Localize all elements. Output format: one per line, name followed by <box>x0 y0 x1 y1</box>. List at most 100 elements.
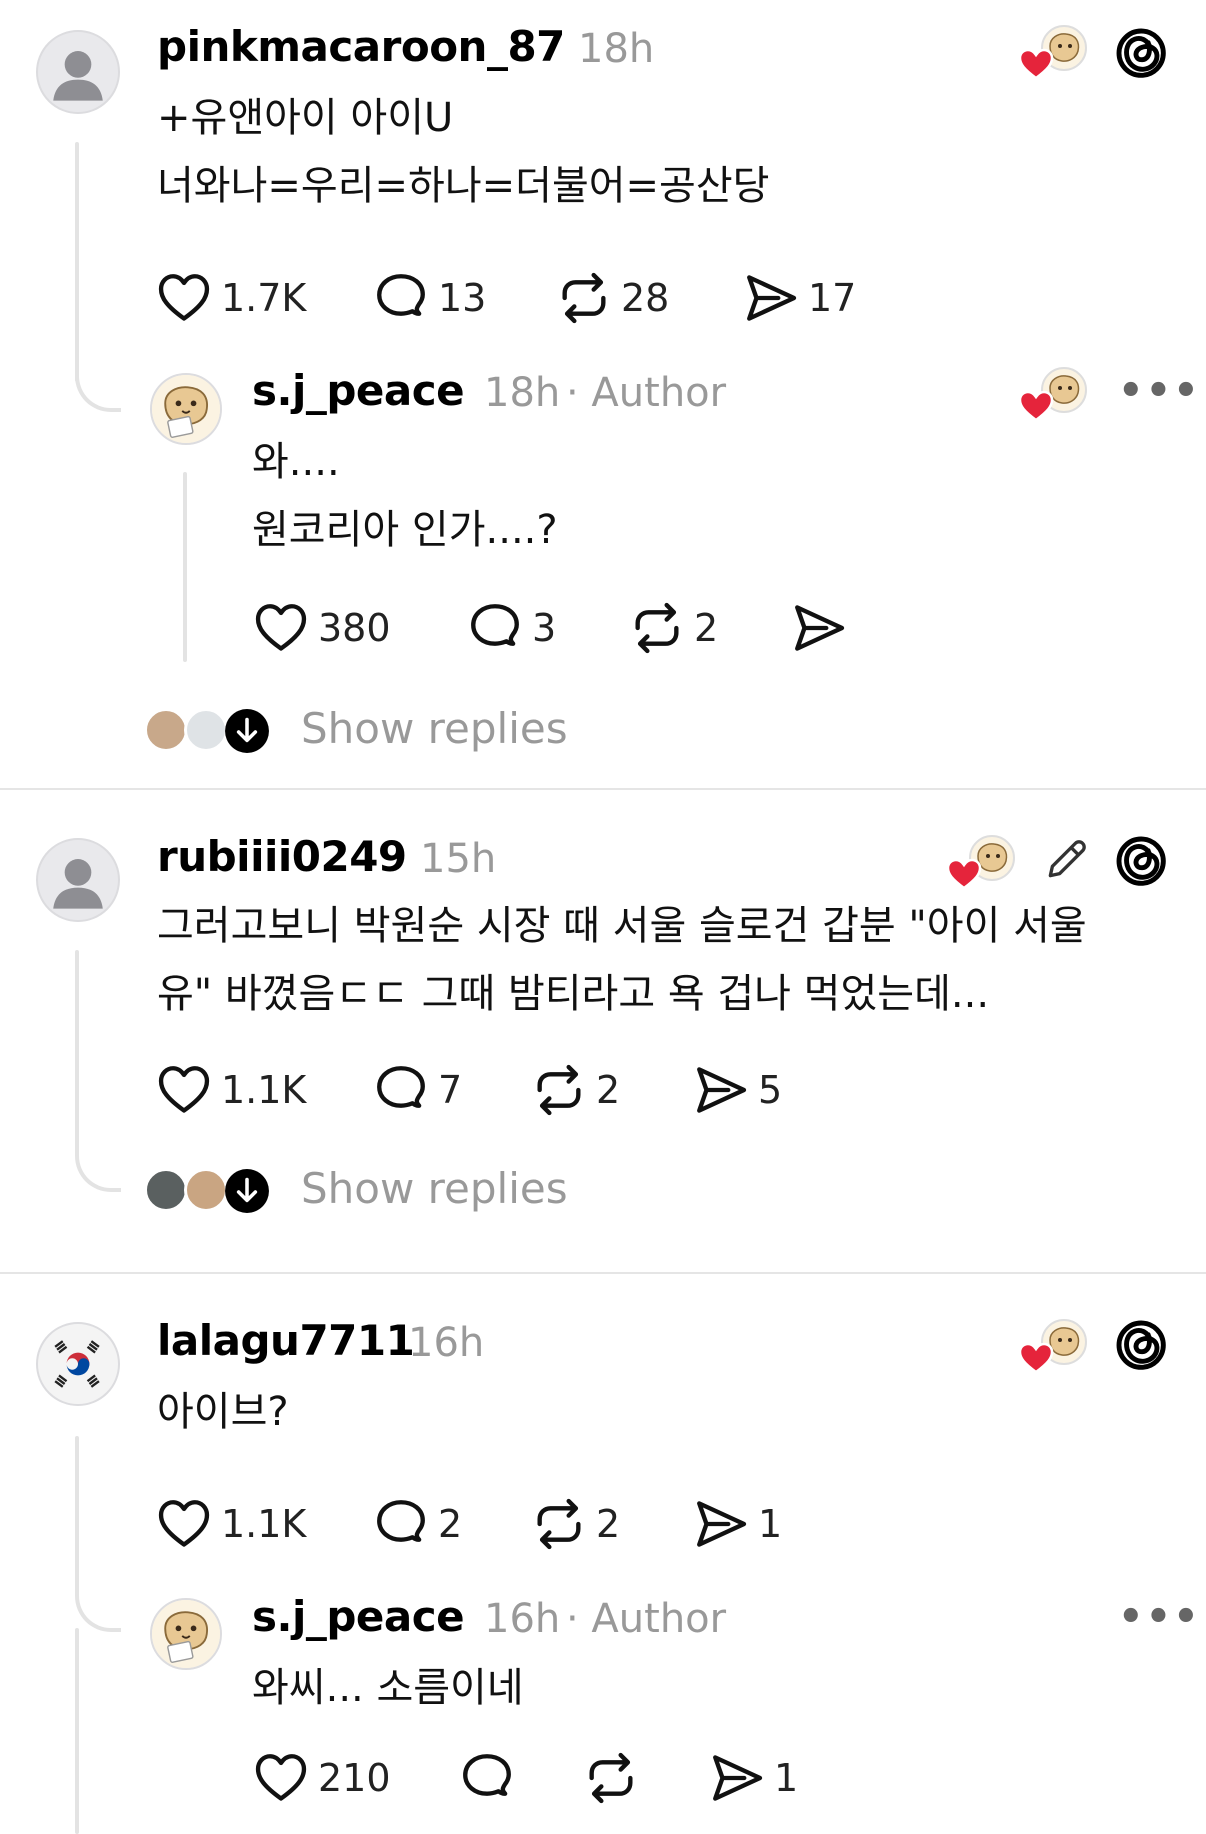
share-count: 1 <box>758 1502 783 1546</box>
username[interactable]: rubiiii0249 <box>157 832 407 881</box>
thread-line <box>75 950 79 1070</box>
reply-count: 2 <box>438 1502 463 1546</box>
thread-connector <box>75 340 121 412</box>
dog-avatar-icon <box>152 375 220 443</box>
show-replies-link[interactable]: Show replies <box>301 704 568 753</box>
repost-count: 28 <box>621 276 670 320</box>
reply-text-line: 원코리아 인가....? <box>252 507 558 553</box>
repost-button[interactable]: 2 <box>530 1494 620 1554</box>
repost-count: 2 <box>596 1502 621 1546</box>
reply-count: 3 <box>532 606 557 650</box>
repost-button[interactable] <box>582 1748 640 1808</box>
reply-count: 7 <box>438 1068 463 1112</box>
repost-button[interactable]: 2 <box>628 598 718 658</box>
share-button[interactable] <box>790 598 848 658</box>
avatar[interactable] <box>36 1322 120 1406</box>
repost-button[interactable]: 28 <box>555 268 669 328</box>
dog-avatar-icon <box>152 1600 220 1668</box>
repost-count: 2 <box>596 1068 621 1112</box>
reply-button[interactable] <box>458 1748 516 1808</box>
share-button[interactable]: 5 <box>692 1060 782 1120</box>
like-count: 1.7K <box>221 276 307 320</box>
username[interactable]: pinkmacaroon_87 <box>157 22 565 71</box>
repost-arrows-icon <box>628 599 686 657</box>
thread-line <box>183 472 187 662</box>
like-button[interactable]: 210 <box>252 1748 391 1808</box>
thread-line <box>75 1628 79 1834</box>
author-badge: · Author <box>566 1596 727 1642</box>
paper-plane-icon <box>742 269 800 327</box>
post-text-line: +유앤아이 아이U <box>157 95 454 141</box>
avatar[interactable] <box>36 30 120 114</box>
ellipsis-icon[interactable]: ••• <box>1118 368 1201 414</box>
timestamp: 15h <box>420 836 497 882</box>
default-avatar-icon <box>38 32 118 112</box>
author-liked-icon <box>1016 364 1096 424</box>
reply-username[interactable]: s.j_peace <box>252 366 465 415</box>
like-button[interactable]: 1.7K <box>155 268 306 328</box>
author-badge: · Author <box>566 370 727 416</box>
repost-arrows-icon <box>582 1749 640 1807</box>
reply-username[interactable]: s.j_peace <box>252 1592 465 1641</box>
thread-connector <box>75 1060 121 1192</box>
share-button[interactable]: 1 <box>692 1494 782 1554</box>
speech-bubble-icon <box>372 1495 430 1553</box>
speech-bubble-icon <box>458 1749 516 1807</box>
replier-avatar <box>144 1168 188 1212</box>
thread-connector <box>75 1560 121 1632</box>
repost-arrows-icon <box>530 1061 588 1119</box>
paper-plane-icon <box>692 1061 750 1119</box>
heart-outline-icon <box>252 599 310 657</box>
post-text-line: 그러고보니 박원순 시장 때 서울 슬로건 갑분 "아이 서울 <box>157 903 1087 949</box>
reply-button[interactable]: 7 <box>372 1060 462 1120</box>
replier-avatar <box>184 1168 228 1212</box>
reply-text-line: 와씨... 소름이네 <box>252 1665 524 1711</box>
default-avatar-icon <box>38 840 118 920</box>
reply-count: 13 <box>438 276 487 320</box>
username[interactable]: lalagu7711 <box>157 1316 415 1365</box>
heart-outline-icon <box>155 269 213 327</box>
avatar[interactable] <box>36 838 120 922</box>
threads-logo-icon[interactable] <box>1112 832 1168 888</box>
pencil-icon[interactable] <box>1042 834 1092 884</box>
timestamp: 18h <box>578 26 655 72</box>
timestamp: 16h <box>408 1320 485 1366</box>
like-count: 1.1K <box>221 1502 307 1546</box>
post-text-line: 너와나=우리=하나=더불어=공산당 <box>157 163 770 209</box>
like-count: 1.1K <box>221 1068 307 1112</box>
replier-avatar <box>144 708 188 752</box>
post-divider <box>0 1272 1206 1274</box>
thread-line <box>75 1436 79 1576</box>
like-button[interactable]: 380 <box>252 598 391 658</box>
speech-bubble-icon <box>466 599 524 657</box>
paper-plane-icon <box>692 1495 750 1553</box>
like-button[interactable]: 1.1K <box>155 1060 306 1120</box>
author-liked-icon <box>944 832 1024 892</box>
arrow-down-circle-icon <box>224 708 270 754</box>
heart-outline-icon <box>155 1061 213 1119</box>
reply-text-line: 와.... <box>252 439 340 485</box>
ellipsis-icon[interactable]: ••• <box>1118 1594 1201 1640</box>
avatar[interactable] <box>150 373 222 445</box>
speech-bubble-icon <box>372 269 430 327</box>
heart-outline-icon <box>252 1749 310 1807</box>
reply-button[interactable]: 2 <box>372 1494 462 1554</box>
post-text-line: 유" 바꼈음ㄷㄷ 그때 밤티라고 욕 겁나 먹었는데... <box>157 971 990 1017</box>
replier-avatar <box>184 708 228 752</box>
avatar[interactable] <box>150 1598 222 1670</box>
like-count: 380 <box>318 606 391 650</box>
threads-logo-icon[interactable] <box>1112 24 1168 80</box>
reply-button[interactable]: 13 <box>372 268 486 328</box>
threads-logo-icon[interactable] <box>1112 1316 1168 1372</box>
heart-outline-icon <box>155 1495 213 1553</box>
korea-flag-icon <box>38 1324 118 1404</box>
post-divider <box>0 788 1206 790</box>
like-button[interactable]: 1.1K <box>155 1494 306 1554</box>
show-replies-link[interactable]: Show replies <box>301 1164 568 1213</box>
repost-button[interactable]: 2 <box>530 1060 620 1120</box>
repost-count: 2 <box>694 606 719 650</box>
share-button[interactable]: 17 <box>742 268 856 328</box>
reply-button[interactable]: 3 <box>466 598 556 658</box>
share-count: 5 <box>758 1068 783 1112</box>
share-button[interactable]: 1 <box>708 1748 798 1808</box>
